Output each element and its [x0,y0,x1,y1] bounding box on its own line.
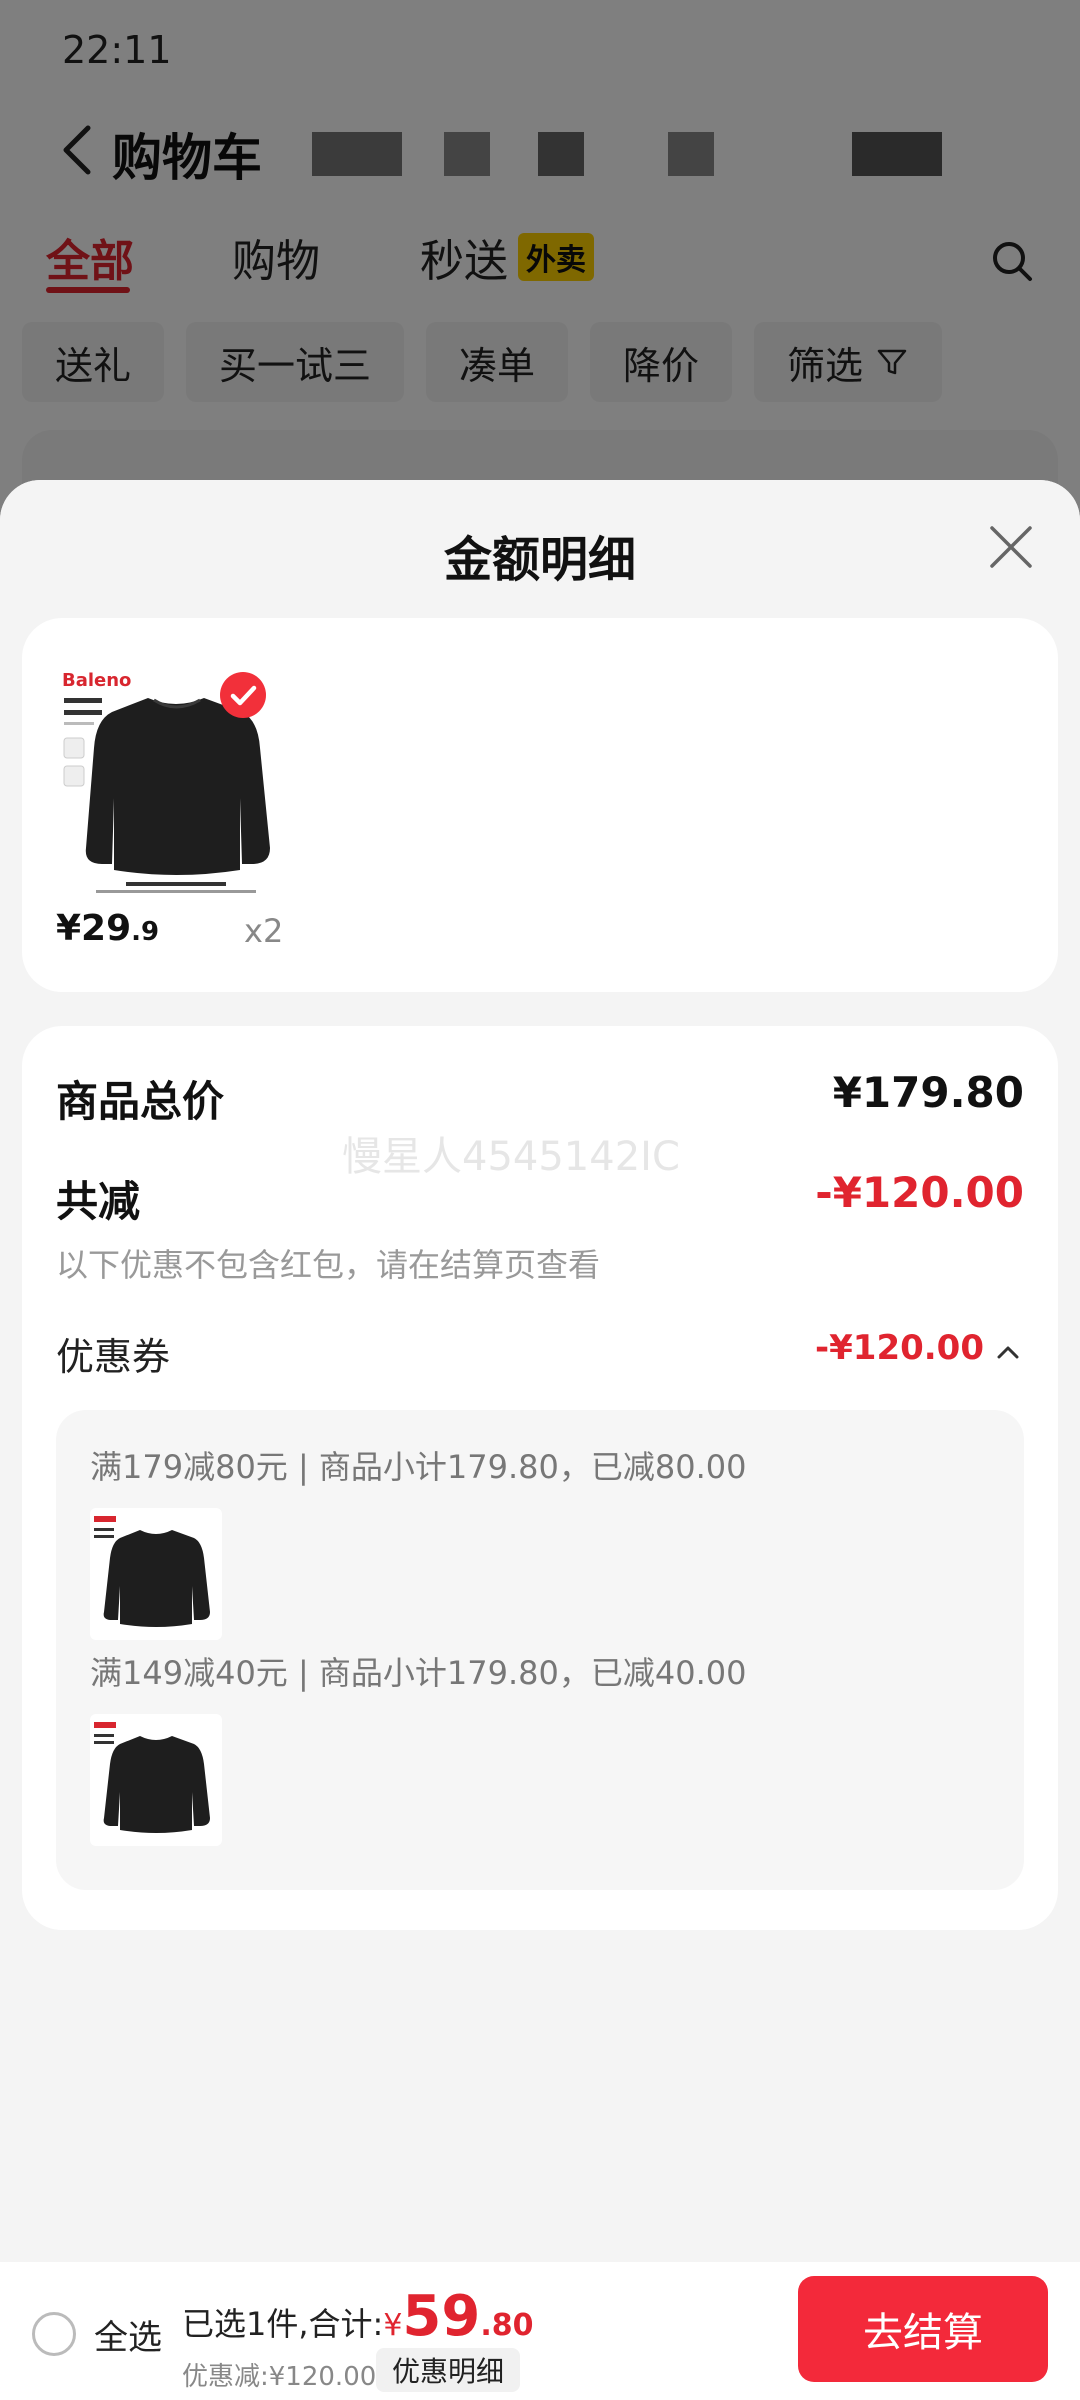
discount-note: 以下优惠不包含红包，请在结算页查看 [56,1246,601,1284]
selection-summary: 已选1件,合计:¥59.80 [182,2284,534,2349]
coupon-product-thumb-1 [90,1508,222,1640]
coupon-label: 优惠券 [56,1335,171,1379]
sweatshirt-thumb-icon [94,1722,210,1833]
product-brand-logo: Baleno [62,670,131,691]
total-integer: 59 [402,2284,481,2349]
summary-prefix: 已选1件,合计: [182,2305,384,2343]
price-decimal: .9 [131,917,160,947]
chevron-up-icon[interactable] [996,1344,1020,1360]
watermark: 慢星人4545142IC [342,1134,680,1180]
total-decimal: .80 [480,2308,534,2343]
modal-scrim[interactable] [0,0,1080,520]
discount-detail-button[interactable]: 优惠明细 [376,2348,521,2392]
close-icon[interactable] [986,522,1036,572]
select-all-label[interactable]: 全选 [94,2310,162,2359]
amount-detail-card: 商品总价 ¥179.80 慢星人4545142IC 共减 -¥120.00 以下… [22,1026,1058,1930]
discount-amount: 优惠减:¥120.00 [182,2362,377,2392]
coupon-rule-2: 满149减40元 | 商品小计179.80，已减40.00 [90,1654,747,1692]
goods-total-value: ¥179.80 [832,1068,1024,1117]
product-quantity: x2 [244,912,284,950]
checkout-bar: 全选 已选1件,合计:¥59.80 优惠减:¥120.00 优惠明细 去结算 [0,2262,1080,2400]
sheet-header: 金额明细 [0,480,1080,620]
amount-detail-sheet: 金额明细 Baleno ¥29.9 x2 商品总价 ¥179.80 慢星人454… [0,480,1080,2260]
total-reduction-value: -¥120.00 [815,1168,1024,1217]
checkmark-icon [230,685,257,706]
coupon-detail-box: 满179减80元 | 商品小计179.80，已减80.00 满149减40元 |… [56,1410,1024,1890]
coupon-value[interactable]: -¥120.00 [815,1328,984,1368]
price-integer: ¥29 [56,908,132,949]
product-price: ¥29.9 [56,908,159,949]
goods-total-label: 商品总价 [56,1077,225,1126]
coupon-rule-1: 满179减80元 | 商品小计179.80，已减80.00 [90,1448,747,1486]
total-currency: ¥ [383,2308,403,2343]
checkout-button[interactable]: 去结算 [798,2276,1048,2382]
total-reduction-label: 共减 [56,1177,141,1226]
sweatshirt-thumb-icon [94,1516,210,1627]
sheet-title: 金额明细 [443,532,636,588]
select-all-radio[interactable] [32,2312,76,2356]
product-card: Baleno ¥29.9 x2 [22,618,1058,992]
selected-check-badge[interactable] [220,672,266,718]
coupon-product-thumb-2 [90,1714,222,1846]
